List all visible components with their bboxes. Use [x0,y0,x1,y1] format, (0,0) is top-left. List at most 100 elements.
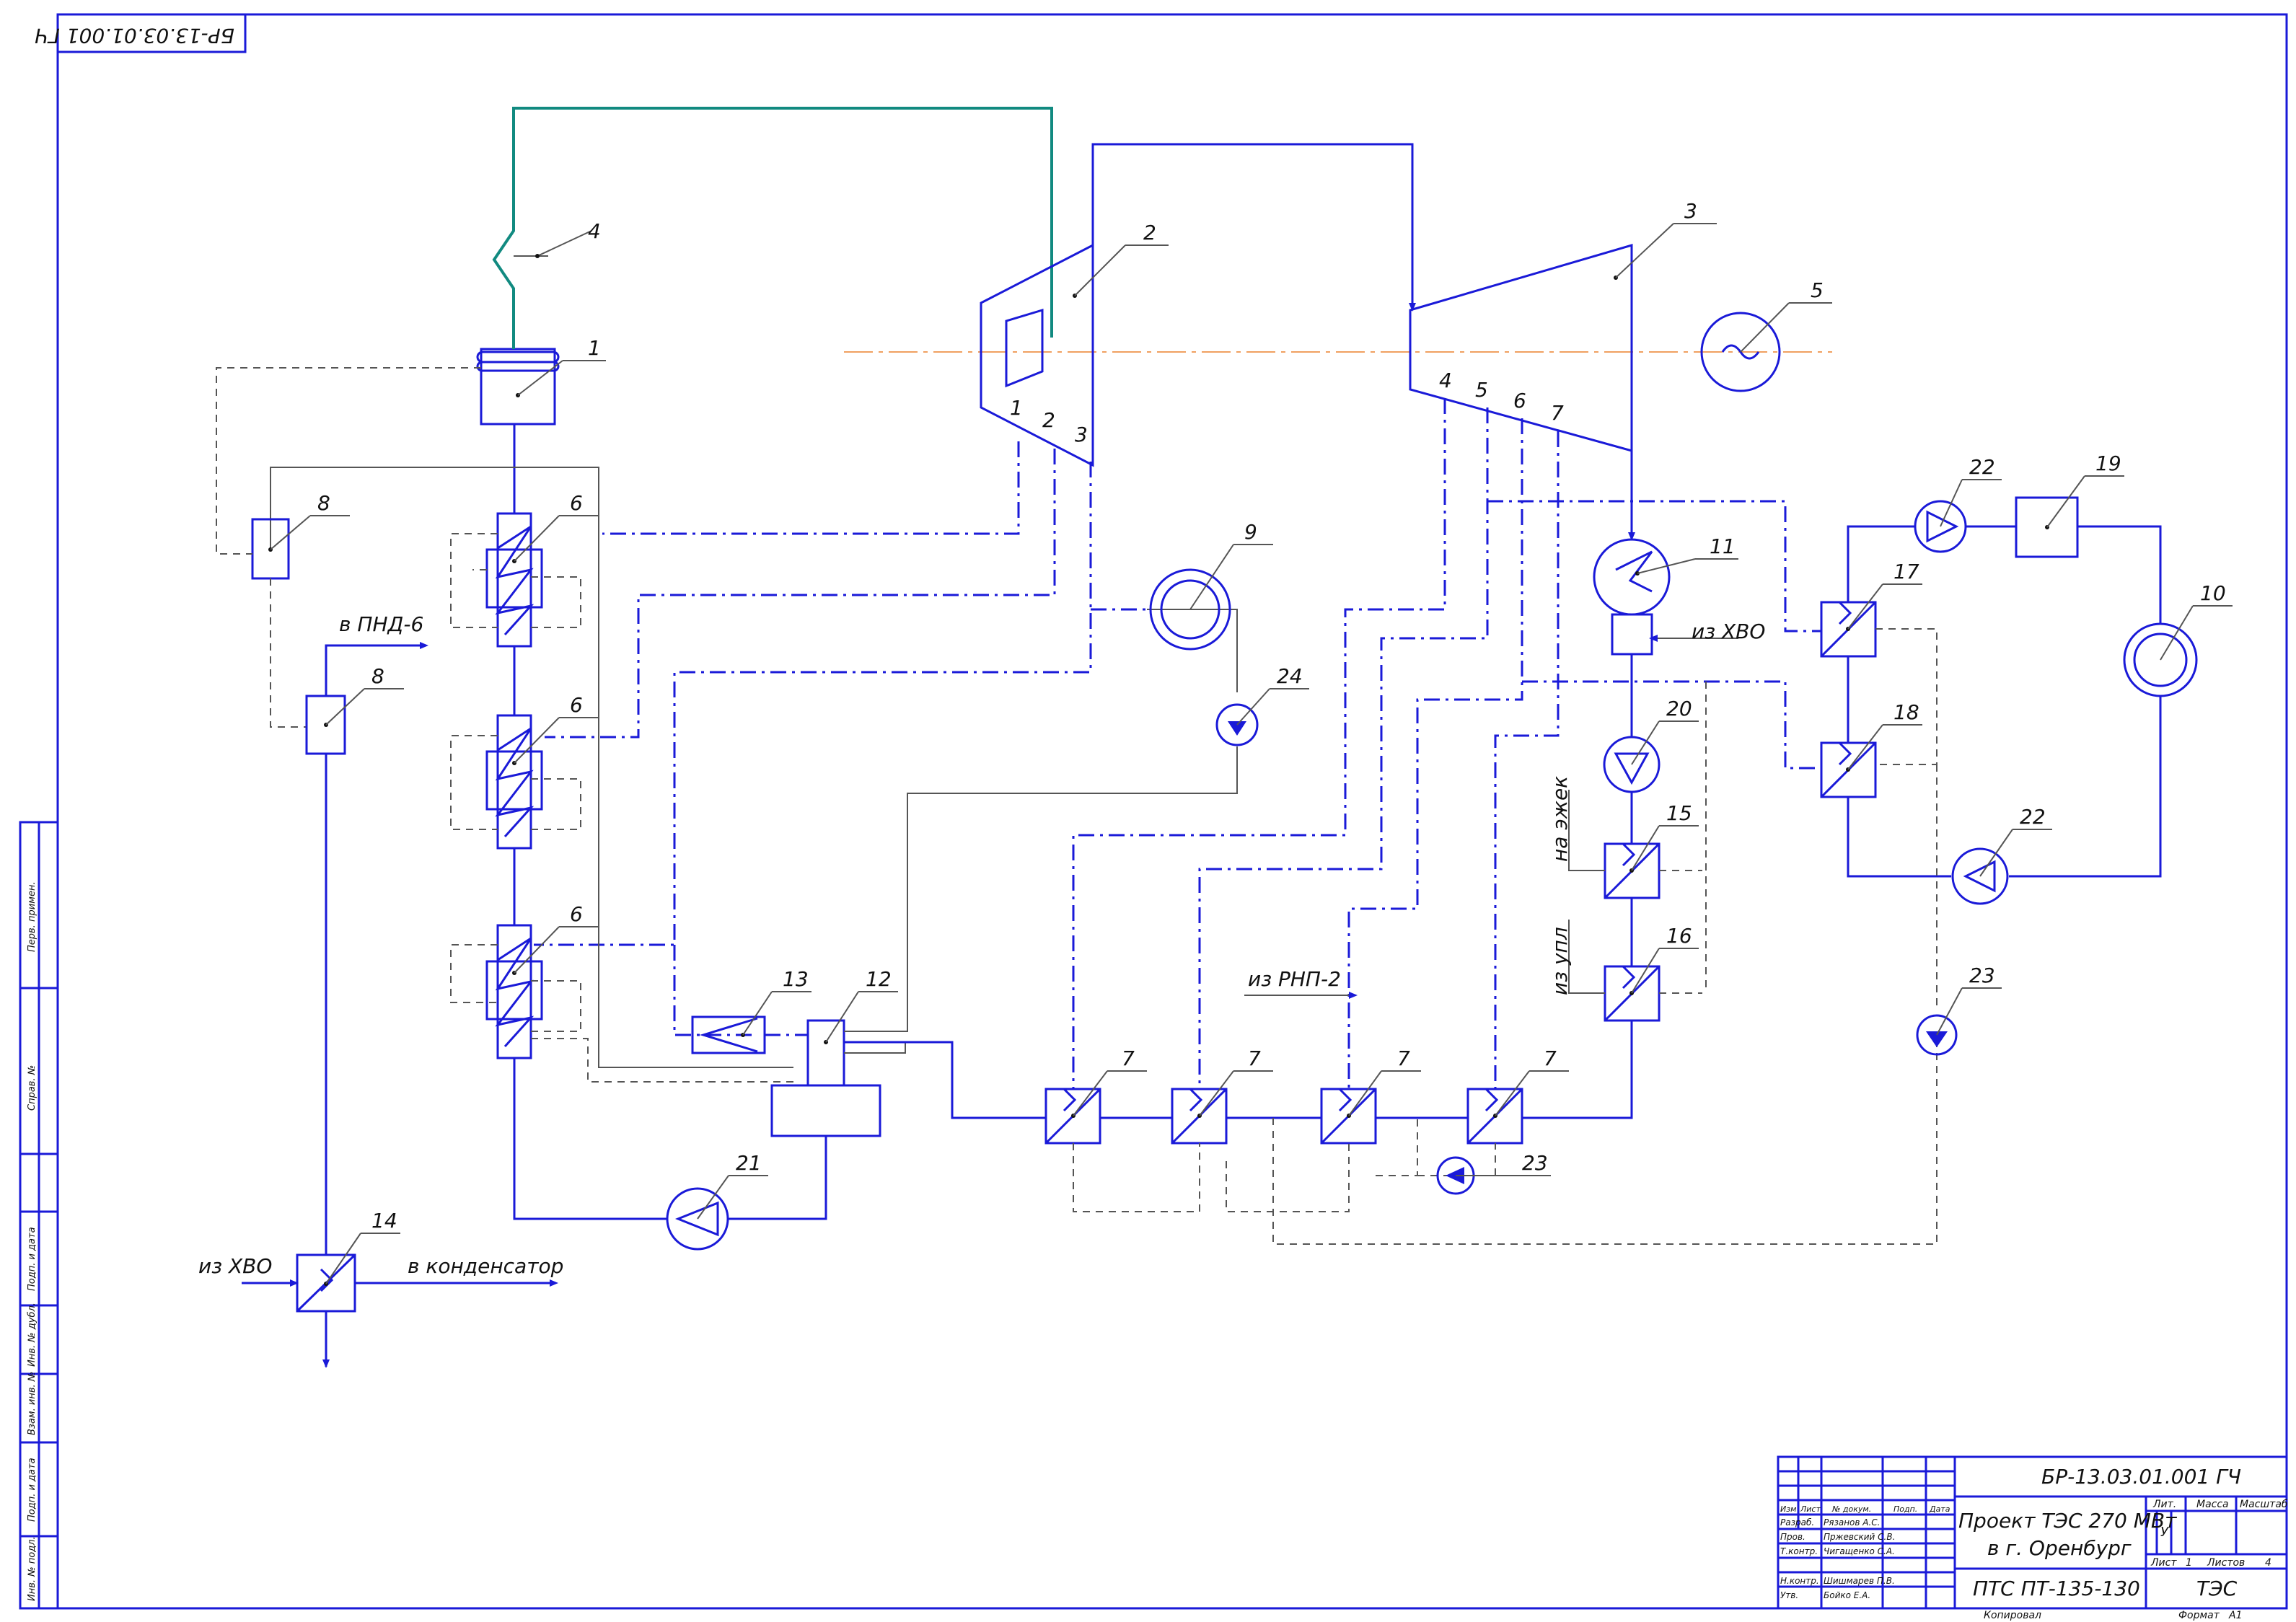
tb-sheet-label: Лист [2150,1557,2177,1569]
crossover-line [1091,143,1414,310]
label-15: 15 [1666,801,1692,825]
side-strip-3: Инв. № дубл. [27,1303,38,1367]
lp-heater-7-d [1466,1088,1523,1145]
extraction-to-heating [1487,500,1821,633]
hp-extraction-line-2 [545,449,1056,739]
lp-extraction-6: 6 [1513,389,1526,413]
tb-role-5: Утв. [1780,1590,1798,1600]
lp-heater-7-b [1171,1088,1228,1145]
annotation-from-upl: из упл [1548,927,1572,995]
lp-extraction-7: 7 [1551,401,1564,425]
tb-project-line2: в г. Оренбург [1987,1536,2132,1560]
label-6-bottom: 6 [570,902,583,926]
top-stamp: БР-13.03.01.001 ГЧ [35,13,247,53]
side-strip-2: Подп. и дата [27,1227,38,1291]
top-stamp-text: БР-13.03.01.001 ГЧ [35,24,234,48]
lp-heater-7-a [1044,1088,1101,1145]
tb-mass-header: Масса [2196,1499,2229,1510]
tb-format-value: А1 [2228,1610,2242,1621]
lp-heater-7-c [1320,1088,1377,1145]
annotation-to-ejector: на эжек [1548,776,1572,862]
tb-col-list: Лист [1800,1504,1821,1514]
label-8-bottom: 8 [371,664,384,688]
tb-name-5: Бойко Е.А. [1824,1590,1870,1600]
annotation-to-pnd6: в ПНД-6 [339,612,423,636]
lp-extraction-5: 5 [1475,378,1488,402]
label-24: 24 [1277,664,1303,688]
network-heater-18 [1820,741,1877,798]
label-20: 20 [1666,697,1692,720]
tb-sheets-label: Листов [2207,1557,2245,1569]
network-heater-17 [1820,601,1877,658]
side-strip-6: Инв. № подл. [27,1536,38,1601]
lp-extraction-4: 4 [1439,369,1452,392]
tb-name-2: Чигащенко С.А. [1824,1546,1895,1556]
label-18: 18 [1893,700,1919,724]
seal-cooler-16 [1604,965,1661,1022]
label-12: 12 [866,967,892,991]
label-16: 16 [1666,924,1692,948]
label-8-top: 8 [317,491,330,515]
tb-col-sign: Подп. [1893,1504,1917,1514]
tb-col-izm: Изм [1780,1504,1796,1514]
annotation-to-condenser: в конденсатор [408,1254,563,1278]
side-strip-1: Справ. № [27,1065,38,1111]
thermal-scheme-drawing: Перв. примен. Справ. № Подп. и дата Инв.… [19,13,2288,1621]
hp-extraction-1: 1 [1010,396,1023,420]
label-7-a: 7 [1122,1046,1135,1070]
side-strip-5: Подп. и дата [27,1458,38,1522]
label-6-mid: 6 [570,693,583,717]
tb-role-0: Разраб. [1780,1517,1814,1528]
side-strip: Перв. примен. Справ. № Подп. и дата Инв.… [19,821,59,1610]
label-22-bottom: 22 [2020,805,2046,829]
steam-to-deaerator [1147,609,1238,692]
label-5: 5 [1811,278,1824,302]
annotation-from-hvo-condenser: из ХВО [1692,620,1765,643]
label-4: 4 [588,219,601,243]
boiler-1 [476,348,560,426]
label-23-right: 23 [1969,964,1995,987]
tb-copied: Копировал [1984,1610,2041,1621]
tb-lit-value: У [2160,1525,2169,1540]
label-19: 19 [2095,451,2121,475]
hp-drain-cascade [531,576,581,628]
label-2: 2 [1143,221,1156,244]
side-strip-4: Взам. инв. № [27,1372,38,1435]
tb-col-doc: № докум. [1831,1504,1871,1514]
label-10: 10 [2200,581,2226,605]
label-7-d: 7 [1544,1046,1557,1070]
hp-extraction-2: 2 [1042,408,1055,432]
label-14: 14 [371,1209,397,1233]
label-9: 9 [1244,520,1257,544]
main-steam-line [492,107,1053,349]
label-7-c: 7 [1397,1046,1410,1070]
tb-col-date: Дата [1929,1504,1950,1514]
label-7-b: 7 [1248,1046,1261,1070]
tb-name-4: Шишмарев П.В. [1824,1576,1895,1586]
tb-sheets-value: 4 [2265,1557,2271,1569]
label-22-top: 22 [1969,455,1995,479]
deaerator-12 [770,1019,881,1137]
tb-role-4: Н.контр. [1780,1576,1819,1586]
network-return-line [1847,797,1951,878]
hp-extraction-line-1 [602,441,1020,535]
tb-role-2: Т.контр. [1780,1546,1818,1556]
condenser-11 [1593,538,1671,656]
tb-format-label: Формат [2178,1610,2220,1621]
label-17: 17 [1893,560,1919,583]
label-21: 21 [736,1151,762,1175]
expander-8-bottom [305,695,346,755]
blowdown-line [216,367,481,555]
label-11: 11 [1710,534,1736,558]
peak-boiler-19 [2015,496,2079,558]
tb-lit-header: Лит. [2152,1499,2176,1510]
leader-lines [270,223,2233,1284]
annotation-from-rnp2: из РНП-2 [1248,967,1341,991]
tb-project-line1: Проект ТЭС 270 МВт [1958,1509,2177,1533]
annotation-from-hvo-left: из ХВО [198,1254,272,1278]
label-23-bottom: 23 [1522,1151,1548,1175]
tb-drawing-name: ПТС ПТ-135-130 [1973,1577,2140,1600]
hp-extraction-3: 3 [1075,423,1088,446]
tb-name-0: Рязанов А.С. [1824,1517,1880,1528]
tb-role-1: Пров. [1780,1532,1805,1542]
